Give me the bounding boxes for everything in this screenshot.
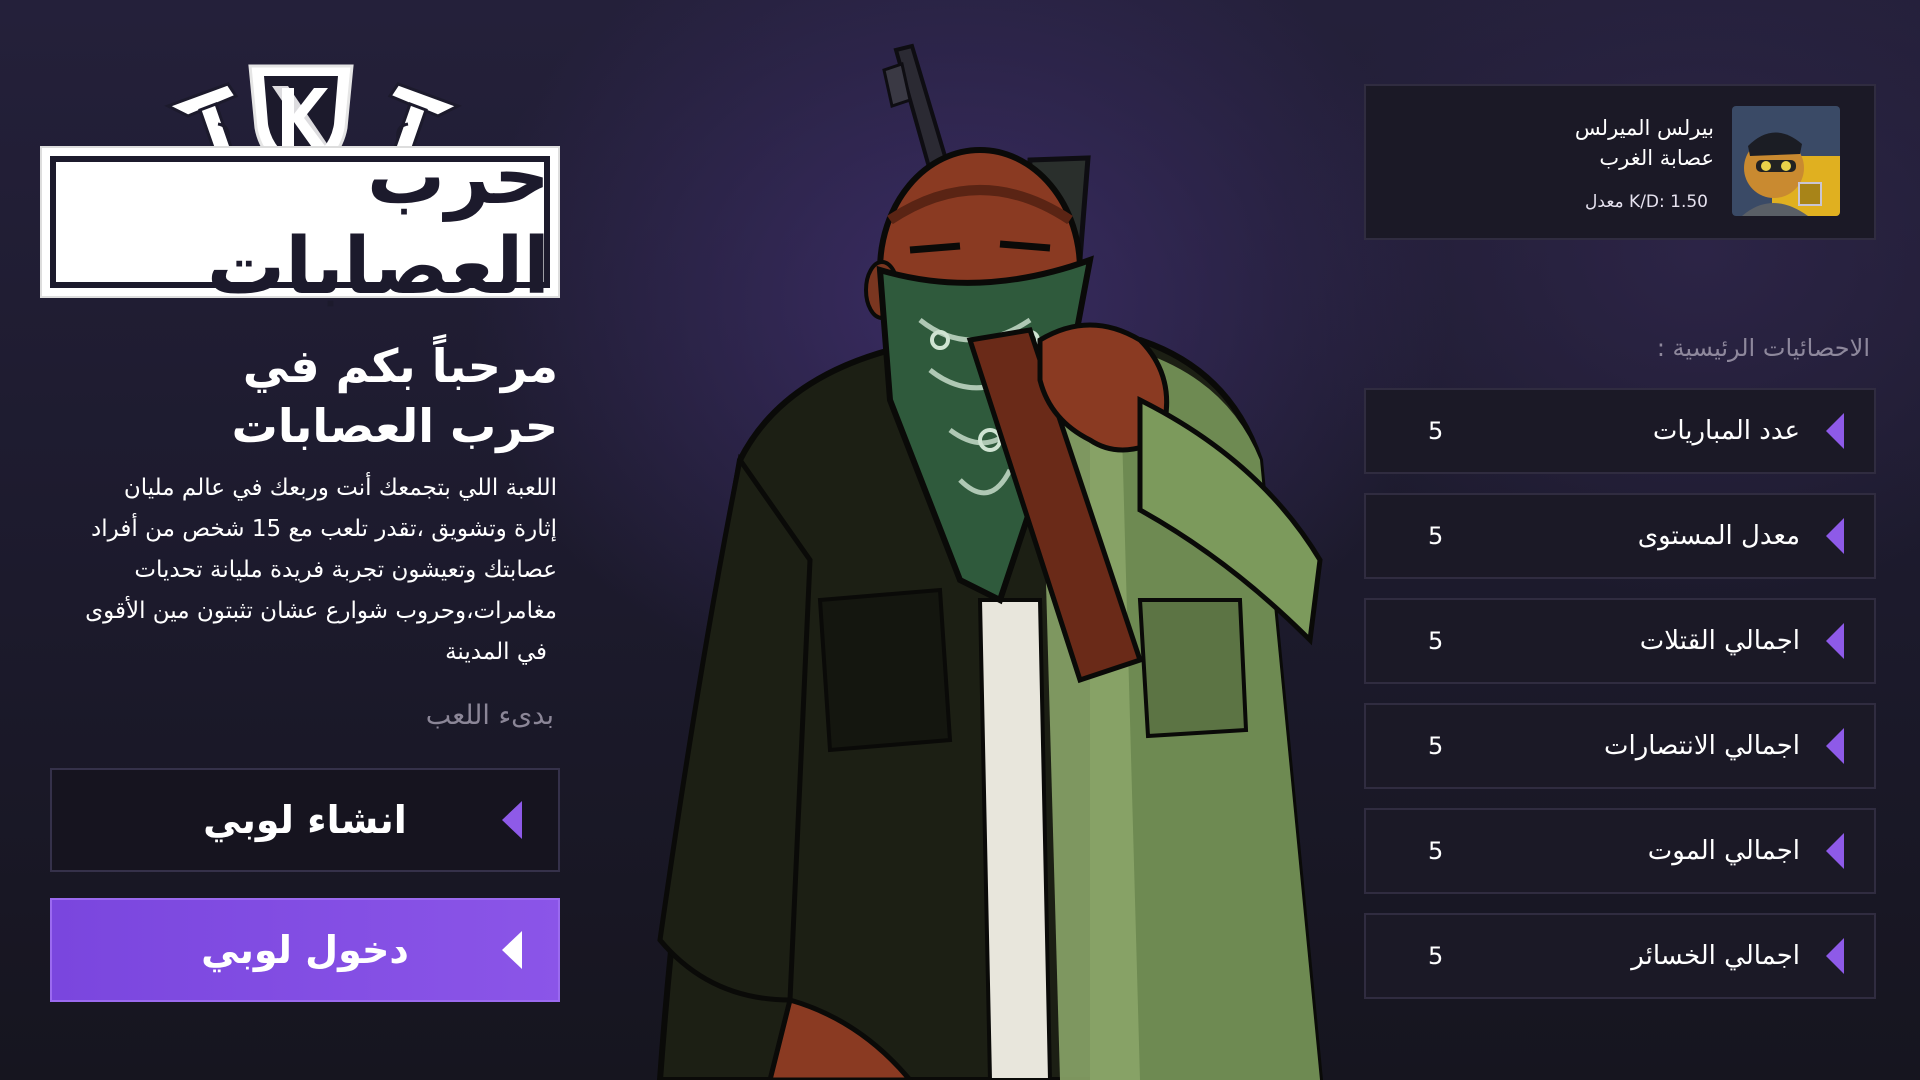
player-avatar — [1732, 106, 1840, 216]
checkbox-icon — [1798, 182, 1822, 206]
stat-label: اجمالي القتلات — [1639, 626, 1800, 656]
player-gang: عصابة الغرب — [1599, 146, 1714, 170]
stat-value: 5 — [1428, 417, 1444, 445]
stat-label: اجمالي الخسائر — [1631, 941, 1800, 971]
gangster-character-art — [656, 43, 1324, 1080]
stat-value: 5 — [1428, 837, 1444, 865]
logo-title: حرب العصابات — [206, 132, 550, 312]
stat-label: اجمالي الموت — [1647, 836, 1800, 866]
stat-kills[interactable]: اجمالي القتلات 5 — [1364, 598, 1876, 684]
triangle-left-icon — [502, 931, 522, 969]
stat-level[interactable]: معدل المستوى 5 — [1364, 493, 1876, 579]
create-lobby-label: انشاء لوبي — [203, 798, 407, 842]
stats-list: عدد المباريات 5 معدل المستوى 5 اجمالي ال… — [1364, 388, 1876, 1018]
description-line: عصابتك وتعيشون تجربة فريدة مليانة تحديات — [134, 557, 557, 583]
description-line: مغامرات،وحروب شوارع عشان تثبتون مين الأق… — [85, 598, 557, 624]
player-profile-card[interactable]: بيرلس الميرلس عصابة الغرب K/D: 1.50 معدل — [1364, 84, 1876, 240]
triangle-left-icon — [1826, 938, 1844, 974]
welcome-line-1: مرحباً بكم في — [242, 339, 558, 393]
stat-value: 5 — [1428, 942, 1444, 970]
game-logo: حرب العصابات — [40, 58, 560, 312]
stat-value: 5 — [1428, 522, 1444, 550]
join-lobby-label: دخول لوبي — [201, 928, 409, 972]
stat-matches[interactable]: عدد المباريات 5 — [1364, 388, 1876, 474]
triangle-left-icon — [1826, 623, 1844, 659]
welcome-line-2: حرب العصابات — [231, 399, 558, 453]
player-name: بيرلس الميرلس — [1574, 116, 1714, 140]
welcome-heading: مرحباً بكم في حرب العصابات — [38, 336, 558, 456]
triangle-left-icon — [1826, 728, 1844, 764]
start-playing-label: بدىء اللعب — [425, 700, 554, 731]
avatar-image — [1732, 106, 1840, 216]
triangle-left-icon — [502, 801, 522, 839]
triangle-left-icon — [1826, 518, 1844, 554]
stat-deaths[interactable]: اجمالي الموت 5 — [1364, 808, 1876, 894]
stat-value: 5 — [1428, 627, 1444, 655]
description-line: في المدينة — [445, 639, 547, 665]
stat-label: عدد المباريات — [1652, 416, 1800, 446]
triangle-left-icon — [1826, 833, 1844, 869]
logo-plaque: حرب العصابات — [42, 132, 558, 312]
join-lobby-button[interactable]: دخول لوبي — [50, 898, 560, 1002]
game-description: اللعبة اللي بتجمعك أنت وربعك في عالم ملي… — [27, 468, 557, 673]
stats-title: الاحصائيات الرئيسية : — [1656, 334, 1870, 362]
player-kd-ratio: K/D: 1.50 معدل — [1585, 192, 1708, 212]
triangle-left-icon — [1826, 413, 1844, 449]
create-lobby-button[interactable]: انشاء لوبي — [50, 768, 560, 872]
stat-label: معدل المستوى — [1637, 521, 1800, 551]
stat-losses[interactable]: اجمالي الخسائر 5 — [1364, 913, 1876, 999]
description-line: اللعبة اللي بتجمعك أنت وربعك في عالم ملي… — [123, 475, 557, 501]
stat-label: اجمالي الانتصارات — [1604, 731, 1800, 761]
stat-wins[interactable]: اجمالي الانتصارات 5 — [1364, 703, 1876, 789]
description-line: إثارة وتشويق ،تقدر تلعب مع 15 شخص من أفر… — [91, 516, 557, 542]
stat-value: 5 — [1428, 732, 1444, 760]
